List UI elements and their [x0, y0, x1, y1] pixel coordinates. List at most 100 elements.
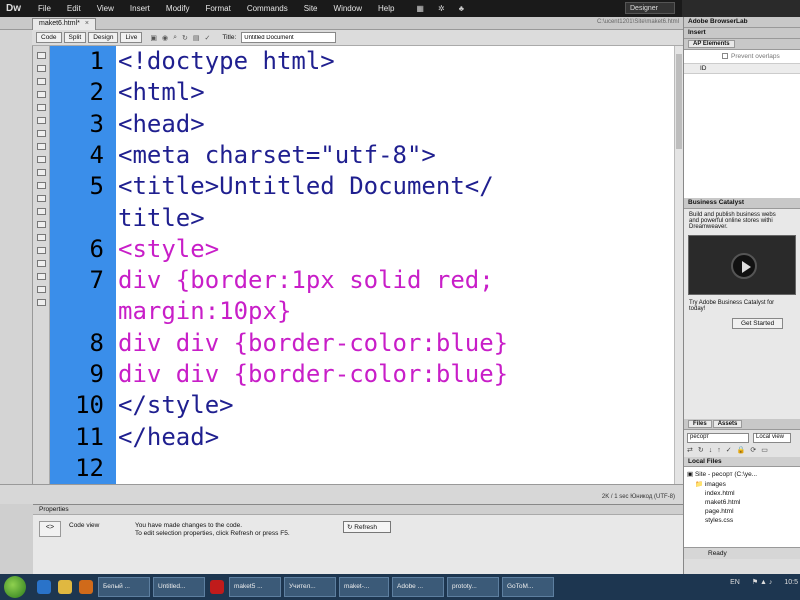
code-line[interactable]: <title>Untitled Document</	[118, 171, 494, 202]
menu-insert[interactable]: Insert	[122, 4, 158, 13]
select-parent-icon[interactable]	[37, 104, 46, 111]
get-started-button[interactable]: Get Started	[732, 318, 784, 329]
menu-modify[interactable]: Modify	[158, 4, 198, 13]
menu-file[interactable]: File	[30, 4, 59, 13]
code-line[interactable]: <html>	[118, 77, 205, 108]
browserlab-header[interactable]: Adobe BrowserLab	[684, 17, 800, 28]
connect-icon[interactable]: ⇄	[687, 447, 698, 454]
menu-format[interactable]: Format	[197, 4, 238, 13]
task-6[interactable]: Adobe ...	[392, 577, 444, 597]
syntax-error-icon[interactable]	[37, 156, 46, 163]
task-7[interactable]: prototy...	[447, 577, 499, 597]
play-icon[interactable]	[731, 253, 757, 279]
task-2[interactable]: Untitled...	[153, 577, 205, 597]
indent-icon[interactable]	[37, 273, 46, 280]
code-line[interactable]: <!doctype html>	[118, 46, 335, 77]
task-3[interactable]: maket5 ...	[229, 577, 281, 597]
file-tree-item[interactable]: ▣ Site - ресорт (C:\ye...	[687, 469, 797, 479]
file-tree-item[interactable]: maket6.html	[687, 498, 797, 507]
remove-comment-icon[interactable]	[37, 221, 46, 228]
bc-video-thumbnail[interactable]	[688, 235, 796, 295]
menu-help[interactable]: Help	[370, 4, 402, 13]
wrap-tag-icon[interactable]	[37, 234, 46, 241]
language-indicator[interactable]: EN	[730, 579, 740, 586]
globe-icon[interactable]: ◉	[162, 34, 168, 42]
design-view-button[interactable]: Design	[88, 32, 119, 43]
tab-files[interactable]: Files	[688, 420, 712, 428]
menu-edit[interactable]: Edit	[59, 4, 89, 13]
layout-icon[interactable]: ▦	[416, 4, 424, 13]
menu-window[interactable]: Window	[326, 4, 370, 13]
business-catalyst-header[interactable]: Business Catalyst	[684, 198, 800, 209]
clock[interactable]: 10:5	[784, 579, 798, 586]
tab-maket6[interactable]: maket6.html* ×	[32, 18, 96, 30]
code-line[interactable]: </head>	[118, 422, 219, 453]
file-tree-item[interactable]: 📁 images	[687, 479, 797, 489]
close-icon[interactable]: ×	[85, 20, 89, 27]
player-icon[interactable]	[79, 580, 93, 594]
apply-comment-icon[interactable]	[37, 208, 46, 215]
get-icon[interactable]: ↓	[709, 447, 718, 454]
code-line[interactable]: div div {border-color:blue}	[118, 328, 508, 359]
put-icon[interactable]: ↑	[717, 447, 726, 454]
checkout-icon[interactable]: ✓	[726, 447, 737, 454]
tab-ap-elements[interactable]: AP Elements	[688, 40, 735, 48]
code-line[interactable]: <meta charset="utf-8">	[118, 140, 436, 171]
code-line[interactable]: <style>	[118, 234, 219, 265]
folder-icon[interactable]	[58, 580, 72, 594]
outdent-icon[interactable]	[37, 286, 46, 293]
code-line[interactable]: margin:10px}	[118, 296, 291, 327]
task-8[interactable]: GoToM...	[502, 577, 554, 597]
task-4[interactable]: Учител...	[284, 577, 336, 597]
word-wrap-icon[interactable]	[37, 169, 46, 176]
title-input[interactable]	[241, 32, 337, 43]
auto-indent-icon[interactable]	[37, 195, 46, 202]
collapse-tag-icon[interactable]	[37, 65, 46, 72]
menu-view[interactable]: View	[89, 4, 122, 13]
expand-all-icon[interactable]	[37, 91, 46, 98]
format-source-icon[interactable]	[37, 299, 46, 306]
editor-scrollbar[interactable]	[674, 46, 683, 484]
scroll-thumb[interactable]	[676, 54, 682, 149]
open-documents-icon[interactable]	[37, 52, 46, 59]
file-tree-item[interactable]: page.html	[687, 507, 797, 516]
site-dropdown[interactable]: ресорт	[687, 433, 749, 443]
prevent-overlaps-checkbox[interactable]	[722, 53, 728, 60]
live-view-button[interactable]: Live	[120, 32, 143, 43]
task-1[interactable]: Белый ...	[98, 577, 150, 597]
tab-assets[interactable]: Assets	[712, 420, 743, 428]
check-icon[interactable]: ✓	[205, 34, 211, 42]
view-dropdown[interactable]: Local view	[753, 433, 791, 443]
code-line[interactable]: <head>	[118, 109, 205, 140]
sync-icon[interactable]: ⟳	[750, 447, 761, 454]
file-tree-item[interactable]: styles.css	[687, 516, 797, 525]
extend-icon[interactable]: ✲	[438, 4, 445, 13]
split-view-button[interactable]: Split	[63, 32, 87, 43]
line-numbers-icon[interactable]	[37, 130, 46, 137]
file-tree-item[interactable]: index.html	[687, 489, 797, 498]
site-icon[interactable]: ♣	[459, 4, 464, 13]
highlight-invalid-icon[interactable]	[37, 143, 46, 150]
ie-icon[interactable]	[37, 580, 51, 594]
balance-braces-icon[interactable]	[37, 117, 46, 124]
multiscreen-icon[interactable]: ▣	[150, 34, 157, 42]
inspect-icon[interactable]: ⌕	[173, 34, 177, 42]
code-line[interactable]: title>	[118, 203, 205, 234]
expand-icon[interactable]: ▭	[761, 447, 773, 454]
task-5[interactable]: maket-...	[339, 577, 389, 597]
menu-commands[interactable]: Commands	[239, 4, 296, 13]
start-button[interactable]	[4, 576, 26, 598]
refresh-icon[interactable]: ↻	[182, 34, 188, 42]
recent-snippets-icon[interactable]	[37, 247, 46, 254]
code-line[interactable]: </style>	[118, 390, 234, 421]
checkin-icon[interactable]: 🔒	[737, 447, 751, 454]
workspace-switcher[interactable]: Designer	[625, 2, 675, 14]
properties-header[interactable]: Properties	[33, 505, 683, 515]
options-icon[interactable]: ▤	[193, 34, 200, 42]
refresh-files-icon[interactable]: ↻	[698, 447, 709, 454]
syntax-coloring-icon[interactable]	[37, 182, 46, 189]
code-line[interactable]: div div {border-color:blue}	[118, 359, 508, 390]
move-css-icon[interactable]	[37, 260, 46, 267]
code-line[interactable]: div {border:1px solid red;	[118, 265, 494, 296]
insert-header[interactable]: Insert	[684, 28, 800, 39]
